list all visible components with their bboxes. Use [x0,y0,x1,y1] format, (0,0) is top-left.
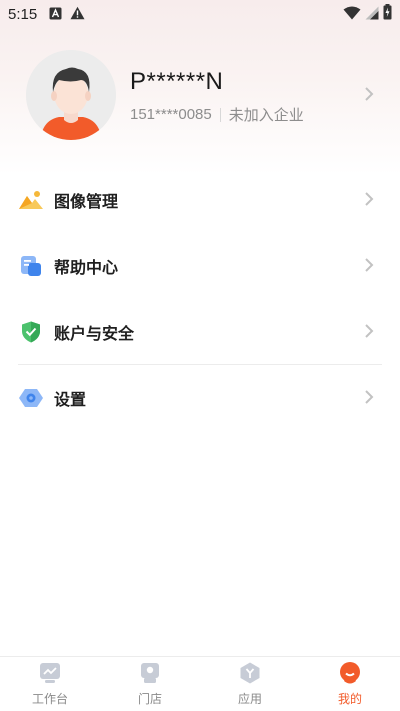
menu-item-account-security[interactable]: 账户与安全 [0,299,400,365]
tab-label: 我的 [337,692,362,706]
chevron-right-icon [364,323,374,343]
menu-item-label: 帮助中心 [54,258,119,277]
menu-item-label: 图像管理 [54,192,119,211]
menu-item-help-center[interactable]: 帮助中心 [0,233,400,299]
menu-item-label: 设置 [54,390,87,409]
store-icon [138,661,162,685]
profile-icon [338,661,362,685]
tab-label: 应用 [237,692,262,706]
tab-apps[interactable]: 应用 [200,657,300,711]
shield-icon [18,319,44,345]
bottom-tab-bar: 工作台 门店 应用 我的 [0,656,400,711]
workbench-icon [38,661,62,685]
chevron-right-icon [364,191,374,211]
tab-store[interactable]: 门店 [100,657,200,711]
chevron-right-icon [364,86,374,106]
battery-charging-icon [383,4,392,24]
a-box-icon [49,5,62,24]
username: P******N [130,68,224,95]
menu-item-settings[interactable]: 设置 [0,365,400,431]
apps-icon [238,661,262,685]
signal-icon [365,5,379,24]
chevron-right-icon [364,389,374,409]
profile-card[interactable]: P******N 151****0085 未加入企业 [0,50,400,142]
divider [219,107,221,122]
company-status: 未加入企业 [228,106,304,124]
warning-icon [70,5,85,24]
tab-label: 工作台 [31,692,68,706]
help-doc-icon [18,253,44,279]
chevron-right-icon [364,257,374,277]
phone-number: 151****0085 [130,106,212,123]
status-time: 5:15 [8,5,38,23]
settings-menu: 图像管理 帮助中心 账户与安全 设置 [0,167,400,431]
status-bar: 5:15 [0,0,400,28]
wifi-icon [343,5,361,24]
tab-mine[interactable]: 我的 [300,657,400,711]
avatar[interactable] [26,50,116,140]
tab-workbench[interactable]: 工作台 [0,657,100,711]
menu-item-image-management[interactable]: 图像管理 [0,167,400,233]
menu-item-label: 账户与安全 [54,324,135,343]
tab-label: 门店 [137,692,162,706]
image-icon [18,187,44,213]
settings-icon [18,385,44,411]
